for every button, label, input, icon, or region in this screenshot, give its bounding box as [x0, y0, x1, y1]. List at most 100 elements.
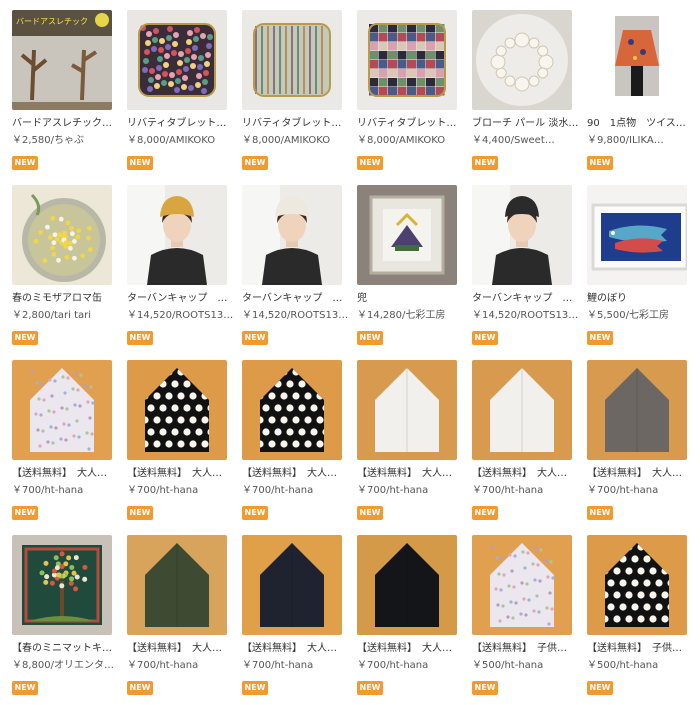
product-thumbnail-mimosa-aroma-can[interactable] [12, 185, 112, 285]
product-thumbnail-tree-mini-mat[interactable] [12, 535, 112, 635]
product-price-shop: ￥500/ht-hana [472, 660, 544, 671]
product-title[interactable]: リバティタブレット… [242, 117, 350, 130]
new-badge: NEW [127, 681, 153, 695]
new-badge: NEW [127, 331, 153, 345]
product-price-shop: ￥5,500/七彩工房 [587, 310, 669, 321]
product-card[interactable]: 【送料無料】 子供… ￥500/ht-hana NEW [587, 535, 687, 705]
product-title[interactable]: 【送料無料】 大人… [242, 642, 350, 655]
product-card[interactable]: 【送料無料】 大人… ￥700/ht-hana NEW [242, 535, 342, 705]
new-badge: NEW [242, 506, 268, 520]
new-badge: NEW [472, 331, 498, 345]
product-thumbnail-polka-headscarf[interactable] [242, 360, 342, 460]
product-card[interactable]: 【送料無料】 大人… ￥700/ht-hana NEW [242, 360, 342, 530]
product-card[interactable]: 兜 ￥14,280/七彩工房 NEW [357, 185, 457, 355]
product-title[interactable]: 【送料無料】 大人… [357, 467, 465, 480]
new-badge: NEW [242, 331, 268, 345]
product-thumbnail-pearl-brooch[interactable] [472, 10, 572, 110]
product-price-shop: ￥700/ht-hana [242, 485, 314, 496]
product-title[interactable]: 【送料無料】 大人… [587, 467, 695, 480]
product-price-shop: ￥8,000/AMIKOKO [127, 135, 216, 146]
product-price-shop: ￥14,520/ROOTS13… [472, 310, 579, 321]
new-badge: NEW [12, 506, 38, 520]
product-title[interactable]: ターバンキャップ … [127, 292, 235, 305]
product-price-shop: ￥500/ht-hana [587, 660, 659, 671]
product-title[interactable]: 【送料無料】 子供… [472, 642, 580, 655]
product-title[interactable]: 【送料無料】 大人… [472, 467, 580, 480]
product-title[interactable]: 【送料無料】 大人… [127, 642, 235, 655]
product-price-shop: ￥700/ht-hana [472, 485, 544, 496]
product-thumbnail-mustard-cap-model[interactable] [127, 185, 227, 285]
product-card[interactable]: ターバンキャップ … ￥14,520/ROOTS13… NEW [472, 185, 578, 355]
product-card[interactable]: 90 1点物 ツイス… ￥9,800/ILIKA… NEW [587, 10, 687, 180]
product-price-shop: ￥700/ht-hana [127, 660, 199, 671]
product-card[interactable]: 【送料無料】 大人… ￥700/ht-hana NEW [127, 535, 227, 705]
product-thumbnail-white-headscarf[interactable] [472, 360, 572, 460]
product-thumbnail-patchwork-tablet-case[interactable] [357, 10, 457, 110]
product-card[interactable]: 【送料無料】 大人… ￥700/ht-hana NEW [587, 360, 687, 530]
product-thumbnail-white-cap-model[interactable] [242, 185, 342, 285]
product-title[interactable]: ブローチ パール 淡水… [472, 117, 580, 130]
product-title[interactable]: ターバンキャップ … [472, 292, 580, 305]
product-card[interactable]: ターバンキャップ … ￥14,520/ROOTS13… NEW [242, 185, 348, 355]
product-card[interactable]: 【送料無料】 大人… ￥700/ht-hana NEW [12, 360, 112, 530]
product-title[interactable]: 【送料無料】 子供… [587, 642, 695, 655]
product-title[interactable]: リバティタブレット… [357, 117, 465, 130]
new-badge: NEW [12, 156, 38, 170]
product-title[interactable]: バードアスレチック… [12, 117, 120, 130]
product-title[interactable]: リバティタブレット… [127, 117, 235, 130]
new-badge: NEW [357, 156, 383, 170]
product-card[interactable]: ターバンキャップ … ￥14,520/ROOTS13… NEW [127, 185, 233, 355]
product-grid: バードアスレチック バードアスレチック… ￥2,580/ちゃぶ NEW リバティタブレッ… [0, 0, 700, 697]
product-thumbnail-pattern-tablet-case[interactable] [242, 10, 342, 110]
product-price-shop: ￥700/ht-hana [357, 660, 429, 671]
product-card[interactable]: 【送料無料】 大人… ￥700/ht-hana NEW [127, 360, 227, 530]
product-thumbnail-black-headscarf[interactable] [357, 535, 457, 635]
product-thumbnail-polka-headscarf[interactable] [127, 360, 227, 460]
product-thumbnail-orange-blouse[interactable] [587, 10, 687, 110]
product-title[interactable]: 【送料無料】 大人… [357, 642, 465, 655]
product-thumbnail-floral-tablet-case[interactable] [127, 10, 227, 110]
new-badge: NEW [472, 156, 498, 170]
product-title[interactable]: ターバンキャップ … [242, 292, 350, 305]
product-price-shop: ￥8,000/AMIKOKO [357, 135, 446, 146]
product-card[interactable]: 春のミモザアロマ缶 ￥2,800/tari tari NEW [12, 185, 112, 355]
product-card[interactable]: リバティタブレット… ￥8,000/AMIKOKO NEW [242, 10, 342, 180]
product-card[interactable]: リバティタブレット… ￥8,000/AMIKOKO NEW [127, 10, 227, 180]
product-card[interactable]: 【送料無料】 大人… ￥700/ht-hana NEW [357, 360, 457, 530]
product-title[interactable]: 【春のミニマットキ… [12, 642, 120, 655]
product-card[interactable]: バードアスレチック バードアスレチック… ￥2,580/ちゃぶ NEW [12, 10, 112, 180]
product-thumbnail-bird-athletic[interactable]: バードアスレチック [12, 10, 112, 110]
new-badge: NEW [242, 156, 268, 170]
product-thumbnail-green-headscarf[interactable] [127, 535, 227, 635]
new-badge: NEW [587, 156, 613, 170]
product-title[interactable]: 【送料無料】 大人… [127, 467, 235, 480]
product-card[interactable]: リバティタブレット… ￥8,000/AMIKOKO NEW [357, 10, 457, 180]
product-card[interactable]: 【春のミニマットキ… ￥8,800/オリエンタ… NEW [12, 535, 114, 705]
product-title[interactable]: 兜 [357, 292, 465, 305]
product-card[interactable]: 【送料無料】 大人… ￥700/ht-hana NEW [472, 360, 572, 530]
product-thumbnail-white-headscarf[interactable] [357, 360, 457, 460]
product-thumbnail-grey-headscarf[interactable] [587, 360, 687, 460]
product-title[interactable]: 【送料無料】 大人… [12, 467, 120, 480]
product-title[interactable]: 90 1点物 ツイス… [587, 117, 695, 130]
product-card[interactable]: ブローチ パール 淡水… ￥4,400/Sweet… NEW [472, 10, 578, 180]
product-thumbnail-polka-headscarf[interactable] [587, 535, 687, 635]
product-thumbnail-floral-headscarf[interactable] [12, 360, 112, 460]
product-thumbnail-kabuto-frame[interactable] [357, 185, 457, 285]
product-thumbnail-floral-headscarf[interactable] [472, 535, 572, 635]
product-price-shop: ￥2,800/tari tari [12, 310, 92, 321]
new-badge: NEW [12, 331, 38, 345]
product-card[interactable]: 【送料無料】 大人… ￥700/ht-hana NEW [357, 535, 457, 705]
product-card[interactable]: 鯉のぼり ￥5,500/七彩工房 NEW [587, 185, 687, 355]
product-thumbnail-navy-headscarf[interactable] [242, 535, 342, 635]
product-thumbnail-black-cap-model[interactable] [472, 185, 572, 285]
new-badge: NEW [242, 681, 268, 695]
new-badge: NEW [472, 681, 498, 695]
product-title[interactable]: 春のミモザアロマ缶 [12, 292, 120, 305]
product-card[interactable]: 【送料無料】 子供… ￥500/ht-hana NEW [472, 535, 572, 705]
new-badge: NEW [587, 681, 613, 695]
product-price-shop: ￥8,000/AMIKOKO [242, 135, 331, 146]
product-title[interactable]: 鯉のぼり [587, 292, 695, 305]
product-thumbnail-koinobori-frame[interactable] [587, 185, 687, 285]
product-title[interactable]: 【送料無料】 大人… [242, 467, 350, 480]
